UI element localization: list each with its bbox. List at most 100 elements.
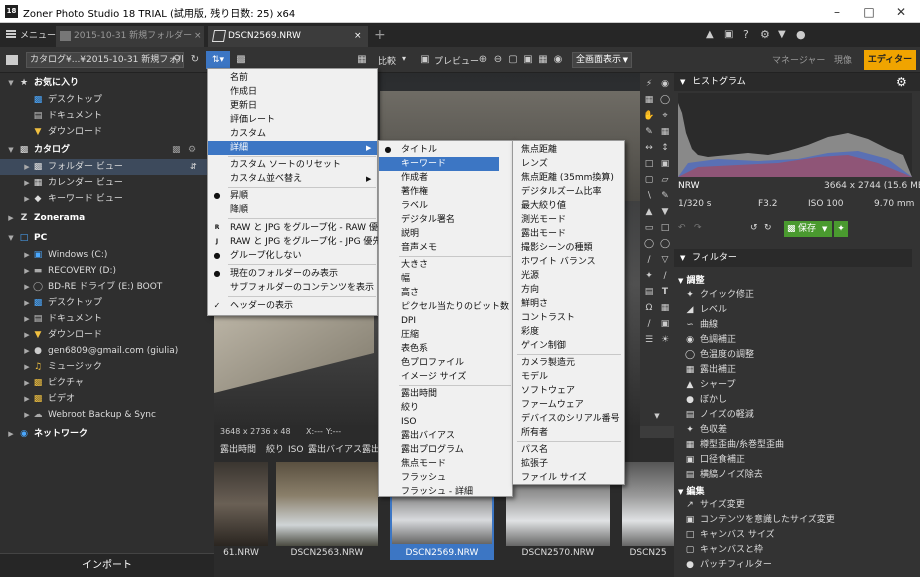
clone-icon[interactable]: ✎: [658, 189, 672, 203]
gear-icon[interactable]: ⚙: [188, 142, 196, 158]
detail-item[interactable]: 高さ: [379, 286, 512, 300]
sort-item-group-raw[interactable]: R RAW と JPG をグループ化 - RAW 優先: [208, 221, 387, 235]
zoom-100-icon[interactable]: ▣: [521, 53, 535, 67]
column-header[interactable]: 露出時間: [220, 442, 256, 458]
detail-item[interactable]: 光源: [513, 269, 624, 283]
detail-item[interactable]: 測光モード: [513, 213, 624, 227]
cat-item-folder-view[interactable]: ▶ ▩ フォルダー ビュー ⇵: [0, 159, 214, 175]
bell-icon[interactable]: ▲: [706, 29, 714, 40]
section-catalog[interactable]: ▼ ▩ カタログ ▩ ⚙: [0, 142, 214, 158]
detail-item[interactable]: 彩度: [513, 325, 624, 339]
detail-item[interactable]: 露出プログラム: [379, 443, 512, 457]
pc-item-videos[interactable]: ▶ ▩ ビデオ: [0, 391, 214, 407]
hand-icon[interactable]: ✋: [642, 109, 656, 123]
detail-item[interactable]: 作成者: [379, 171, 512, 185]
detail-item[interactable]: 絞り: [379, 401, 512, 415]
picker-icon[interactable]: ∕: [658, 269, 672, 283]
omega-icon[interactable]: Ω: [642, 301, 656, 315]
crop-icon[interactable]: ⌖: [658, 109, 672, 123]
refresh-icon[interactable]: ↻: [188, 53, 202, 67]
rotate-right-icon[interactable]: ↻: [764, 223, 772, 233]
preview-icon[interactable]: ▣: [418, 53, 432, 67]
add-folder-icon[interactable]: ▩: [172, 142, 181, 158]
gear-icon[interactable]: ⚙: [896, 73, 907, 91]
pc-item-desktop[interactable]: ▶ ▩ デスクトップ: [0, 295, 214, 311]
lens-icon[interactable]: ◉: [658, 77, 672, 91]
detail-item[interactable]: モデル: [513, 370, 624, 384]
stamp-icon[interactable]: ▲: [642, 205, 656, 219]
histogram-header[interactable]: ▼ ヒストグラム ⚙: [674, 73, 920, 91]
adjust-section[interactable]: ▼ 調整: [678, 273, 705, 286]
pc-item-windows[interactable]: ▶ ▣ Windows (C:): [0, 247, 214, 263]
ellipse-icon[interactable]: ◯: [642, 237, 656, 251]
detail-item[interactable]: ホワイト バランス: [513, 255, 624, 269]
fav-item-desktop[interactable]: ▩ デスクトップ: [0, 92, 214, 108]
detail-item[interactable]: 著作権: [379, 185, 512, 199]
undo-icon[interactable]: ↶: [678, 223, 686, 233]
section-pc[interactable]: ▼ □ PC: [0, 230, 214, 246]
wand-icon[interactable]: ✦: [642, 269, 656, 283]
chevron-down-icon[interactable]: ▼: [650, 409, 664, 423]
mode-viewer[interactable]: 現像: [834, 53, 852, 66]
detail-item[interactable]: 色プロファイル: [379, 356, 512, 370]
detail-item[interactable]: 焦点距離: [513, 143, 624, 157]
sort-item-reset[interactable]: カスタム ソートのリセット: [208, 158, 377, 172]
search-icon[interactable]: ⚲: [170, 53, 184, 67]
pc-item-pictures[interactable]: ▶ ▩ ピクチャ: [0, 375, 214, 391]
square-icon[interactable]: □: [658, 221, 672, 235]
new-folder-icon[interactable]: ▩: [234, 53, 248, 67]
detail-item[interactable]: 説明: [379, 227, 512, 241]
rect-select-icon[interactable]: ▢: [642, 173, 656, 187]
straighten-icon[interactable]: ▦: [658, 125, 672, 139]
fav-item-downloads[interactable]: ▼ ダウンロード: [0, 124, 214, 140]
detail-item[interactable]: デジタル署名: [379, 213, 512, 227]
list-icon[interactable]: ☰: [642, 333, 656, 347]
column-header[interactable]: 露出バイアス: [308, 442, 362, 458]
tab-close-icon[interactable]: ×: [354, 26, 362, 47]
rotate-left-icon[interactable]: ↺: [750, 223, 758, 233]
sort-item-subfolders[interactable]: サブフォルダーのコンテンツを表示: [208, 281, 377, 295]
arrows-icon[interactable]: ↔: [642, 141, 656, 155]
text-icon[interactable]: T: [658, 285, 672, 299]
tab-photo[interactable]: DSCN2569.NRW ×: [208, 26, 368, 47]
share-button[interactable]: ✦: [834, 221, 848, 237]
pc-item-downloads[interactable]: ▶ ▼ ダウンロード: [0, 327, 214, 343]
detail-item[interactable]: 焦点モード: [379, 457, 512, 471]
detail-item[interactable]: ISO: [379, 415, 512, 429]
fav-item-documents[interactable]: ▤ ドキュメント: [0, 108, 214, 124]
save-button[interactable]: ▩ 保存 ▼: [784, 221, 832, 237]
sort-item-ascending[interactable]: ● 昇順: [208, 189, 377, 203]
detail-item[interactable]: 拡張子: [513, 457, 624, 471]
lock-icon[interactable]: ◉: [551, 53, 565, 67]
tab-folder[interactable]: 2015-10-31 新規フォルダー ×: [56, 26, 204, 47]
column-header[interactable]: ISO: [288, 442, 303, 458]
filters-header[interactable]: ▼ フィルター: [674, 249, 912, 267]
share-icon[interactable]: ▼: [778, 29, 786, 40]
sort-item-current-folder[interactable]: ● 現在のフォルダーのみ表示: [208, 267, 377, 281]
sort-item-descending[interactable]: 降順: [208, 203, 377, 217]
mask-icon[interactable]: ▣: [658, 317, 672, 331]
bucket-icon[interactable]: ▼: [658, 205, 672, 219]
detail-item[interactable]: イメージ サイズ: [379, 370, 512, 384]
detail-item[interactable]: 最大絞り値: [513, 199, 624, 213]
section-favorites[interactable]: ▼ ★ お気に入り: [0, 75, 214, 91]
section-network[interactable]: ▶ ◉ ネットワーク: [0, 426, 214, 442]
detail-item[interactable]: 圧縮: [379, 328, 512, 342]
perspective-icon[interactable]: ▱: [658, 173, 672, 187]
detail-item[interactable]: ソフトウェア: [513, 384, 624, 398]
brush-icon[interactable]: ∖: [642, 189, 656, 203]
eyedropper-icon[interactable]: ∕: [642, 317, 656, 331]
sort-item-modified[interactable]: 更新日: [208, 99, 377, 113]
detail-item[interactable]: 方向: [513, 283, 624, 297]
cat-item-calendar-view[interactable]: ▶ ▦ カレンダー ビュー: [0, 175, 214, 191]
compare-button[interactable]: 比較: [378, 54, 396, 67]
maximize-button[interactable]: □: [854, 3, 884, 21]
pc-item-documents[interactable]: ▶ ▤ ドキュメント: [0, 311, 214, 327]
detail-item[interactable]: コントラスト: [513, 311, 624, 325]
line-icon[interactable]: ∕: [642, 253, 656, 267]
sort-item-created[interactable]: 作成日: [208, 85, 377, 99]
path-field[interactable]: カタログ¥...¥2015-10-31 新規フォルダ...: [26, 52, 184, 68]
sort-item-no-group[interactable]: ● グループ化しない: [208, 249, 377, 263]
help-icon[interactable]: ?: [743, 28, 749, 41]
speech-icon[interactable]: ◯: [658, 237, 672, 251]
